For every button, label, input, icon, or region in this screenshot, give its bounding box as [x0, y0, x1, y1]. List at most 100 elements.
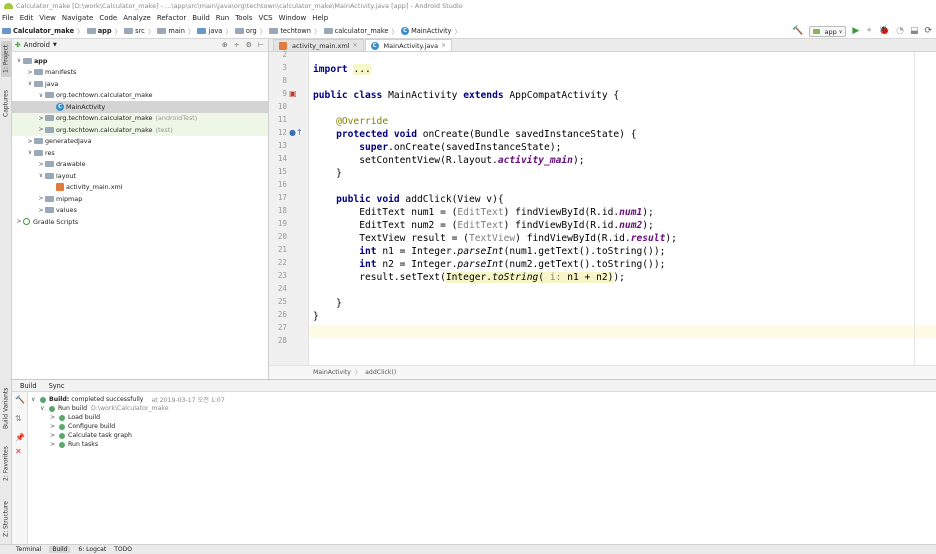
- chevron-down-icon[interactable]: ∨: [37, 172, 45, 179]
- menu-analyze[interactable]: Analyze: [123, 14, 151, 22]
- tree-item[interactable]: ∨ app: [12, 55, 268, 67]
- folder-icon: [197, 28, 207, 34]
- task-row[interactable]: > Load build: [50, 413, 100, 422]
- menu-refactor[interactable]: Refactor: [157, 14, 186, 22]
- line-number: 18: [277, 206, 287, 215]
- build-status-row[interactable]: ∨ Build: completed successfully at 2019-03…: [31, 395, 225, 404]
- chevron-right-icon[interactable]: >: [15, 218, 23, 225]
- run-build-row[interactable]: ∨ Run build D:\work\Calculator_make: [40, 404, 169, 413]
- tree-item[interactable]: activity_main.xml: [12, 182, 268, 194]
- nav-crumb-calculator[interactable]: calculator_make 〉: [323, 26, 398, 36]
- menu-edit[interactable]: Edit: [20, 14, 34, 22]
- tree-item[interactable]: > org.techtown.calculator_make (test): [12, 124, 268, 136]
- code-editor[interactable]: import ... public class MainActivity ext…: [309, 52, 936, 365]
- chevron-right-icon[interactable]: >: [37, 161, 45, 168]
- nav-crumb-java[interactable]: java 〉: [197, 26, 232, 36]
- tree-item[interactable]: > values: [12, 205, 268, 217]
- hammer-icon[interactable]: 🔨: [15, 395, 25, 404]
- hide-panel-icon[interactable]: ⊢: [258, 41, 264, 49]
- attach-debugger-icon[interactable]: ⬓: [910, 24, 919, 39]
- tree-item[interactable]: C MainActivity: [12, 101, 268, 113]
- chevron-right-icon[interactable]: >: [26, 138, 34, 145]
- run-config-select[interactable]: app ∨: [809, 26, 847, 37]
- chevron-right-icon[interactable]: >: [37, 207, 45, 214]
- tree-item[interactable]: > drawable: [12, 159, 268, 171]
- tab-terminal[interactable]: Terminal: [16, 546, 41, 553]
- nav-crumb-project[interactable]: Calculator_make 〉: [2, 26, 84, 36]
- chevron-right-icon[interactable]: >: [26, 69, 34, 76]
- run-icon[interactable]: ▶: [852, 24, 859, 39]
- chevron-down-icon[interactable]: ∨: [26, 149, 34, 156]
- sync-scroll-icon[interactable]: ⊕: [222, 41, 228, 49]
- menu-view[interactable]: View: [39, 14, 56, 22]
- debug-icon[interactable]: 🐞: [879, 24, 890, 39]
- project-view-select[interactable]: Android: [24, 41, 50, 49]
- tree-item[interactable]: ∨ layout: [12, 170, 268, 182]
- line-number: 24: [277, 284, 287, 293]
- menu-navigate[interactable]: Navigate: [62, 14, 93, 22]
- nav-crumb-org[interactable]: org 〉: [234, 26, 266, 36]
- gear-icon[interactable]: ⚙: [246, 41, 252, 49]
- chevron-down-icon[interactable]: ∨: [37, 92, 45, 99]
- nav-crumb-app[interactable]: app 〉: [86, 26, 121, 36]
- menu-window[interactable]: Window: [279, 14, 307, 22]
- menu-vcs[interactable]: VCS: [258, 14, 272, 22]
- tree-item[interactable]: ∨ org.techtown.calculator_make: [12, 90, 268, 102]
- tab-build-bottom[interactable]: Build: [49, 546, 71, 553]
- collapse-all-icon[interactable]: ÷: [234, 41, 240, 49]
- nav-crumb-src[interactable]: src 〉: [124, 26, 154, 36]
- tree-item[interactable]: ∨ java: [12, 78, 268, 90]
- close-icon[interactable]: ✕: [15, 447, 22, 456]
- code-line-13: super.onCreate(savedInstanceState);: [359, 142, 562, 153]
- chevron-right-icon[interactable]: >: [37, 195, 45, 202]
- editor-crumb-method[interactable]: addClick(): [365, 369, 396, 376]
- task-row[interactable]: > Calculate task graph: [50, 431, 132, 440]
- tree-item-label: org.techtown.calculator_make: [56, 91, 153, 100]
- chevron-right-icon[interactable]: >: [37, 115, 45, 122]
- menu-file[interactable]: File: [2, 14, 14, 22]
- nav-crumb-main[interactable]: main 〉: [157, 26, 194, 36]
- chevron-right-icon: >: [50, 414, 56, 421]
- toggle-view-icon[interactable]: ⇅: [15, 414, 22, 423]
- sync-icon[interactable]: ⟳: [924, 24, 932, 39]
- tree-item[interactable]: ∨ res: [12, 147, 268, 159]
- apply-changes-icon[interactable]: ✦: [865, 24, 873, 39]
- tab-sync[interactable]: Sync: [49, 382, 65, 390]
- menu-code[interactable]: Code: [99, 14, 117, 22]
- project-tool-tab[interactable]: 1: Project: [1, 41, 11, 77]
- menu-build[interactable]: Build: [192, 14, 210, 22]
- build-variants-tool-tab[interactable]: Build Variants: [1, 384, 11, 432]
- tree-item[interactable]: > manifests: [12, 67, 268, 79]
- chevron-down-icon[interactable]: ∨: [15, 57, 23, 64]
- tree-item[interactable]: > Gradle Scripts: [12, 216, 268, 228]
- menu-tools[interactable]: Tools: [235, 14, 252, 22]
- favorites-tool-tab[interactable]: 2: Favorites: [1, 444, 11, 484]
- menu-help[interactable]: Help: [312, 14, 328, 22]
- structure-tool-tab[interactable]: Z: Structure: [1, 499, 11, 539]
- close-icon[interactable]: ×: [353, 42, 358, 49]
- tab-mainactivity-java[interactable]: C MainActivity.java ×: [364, 39, 453, 51]
- make-project-hammer-icon[interactable]: 🔨: [792, 24, 803, 39]
- override-method-icon[interactable]: ●↑: [289, 128, 303, 137]
- tab-todo[interactable]: TODO: [114, 546, 132, 553]
- tree-item[interactable]: > org.techtown.calculator_make (androidTes…: [12, 112, 268, 124]
- profile-icon[interactable]: ◔: [896, 24, 904, 39]
- tree-item[interactable]: > generatedJava: [12, 136, 268, 148]
- menu-run[interactable]: Run: [216, 14, 229, 22]
- task-row[interactable]: > Run tasks: [50, 440, 98, 449]
- tab-build[interactable]: Build: [20, 382, 37, 390]
- nav-crumb-techtown[interactable]: techtown 〉: [269, 26, 321, 36]
- nav-crumb-mainactivity[interactable]: C MainActivity 〉: [401, 26, 461, 36]
- tree-item[interactable]: > mipmap: [12, 193, 268, 205]
- task-row[interactable]: > Configure build: [50, 422, 115, 431]
- editor-crumb-class[interactable]: MainActivity: [313, 369, 351, 376]
- tab-logcat[interactable]: 6: Logcat: [78, 546, 106, 553]
- pin-icon[interactable]: 📌: [15, 433, 25, 442]
- chevron-down-icon[interactable]: ▼: [53, 42, 57, 48]
- chevron-right-icon[interactable]: >: [37, 126, 45, 133]
- code-line-12: protected void onCreate(Bundle savedInst…: [336, 129, 637, 140]
- chevron-down-icon[interactable]: ∨: [26, 80, 34, 87]
- android-activity-icon[interactable]: ▣: [289, 89, 297, 98]
- close-icon[interactable]: ×: [441, 42, 446, 49]
- captures-tool-tab[interactable]: Captures: [1, 87, 11, 121]
